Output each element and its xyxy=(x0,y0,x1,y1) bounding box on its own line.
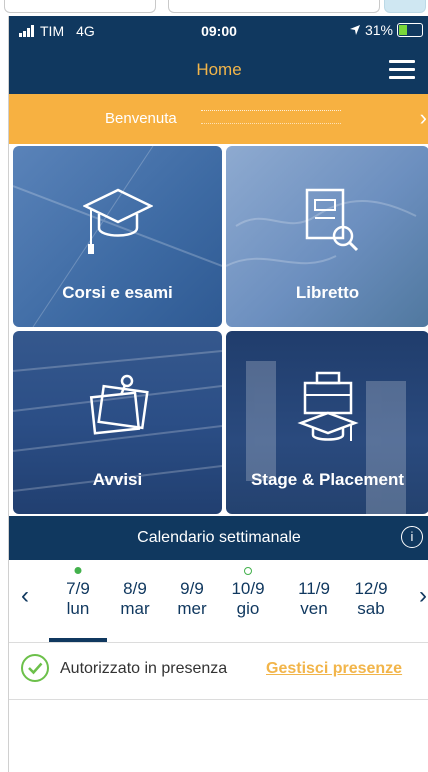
browser-top-strip xyxy=(0,0,428,16)
graduation-cap-icon xyxy=(82,188,153,254)
welcome-banner[interactable]: Benvenuta › xyxy=(9,94,428,144)
info-icon[interactable]: i xyxy=(401,526,423,548)
tile-label: Avvisi xyxy=(92,470,143,489)
day-date: 11/9 xyxy=(298,579,330,598)
page-title: Home xyxy=(196,60,242,79)
redacted-name xyxy=(201,110,341,124)
calendar-day[interactable]: 11/9 ven xyxy=(285,560,343,642)
phone-screen: TIM 4G 09:00 31% Home Benvenuta › Corsi … xyxy=(8,16,428,772)
tile-corsi-e-esami[interactable]: Corsi e esami xyxy=(13,146,222,327)
calendar-day[interactable]: 7/9 lun xyxy=(49,560,107,642)
day-weekday: gio xyxy=(236,599,260,618)
top-strip-segment xyxy=(168,0,380,13)
day-weekday: mer xyxy=(177,599,207,618)
day-weekday: ven xyxy=(300,599,328,618)
tile-label: Libretto xyxy=(295,283,360,302)
calendar-day[interactable]: 8/9 mar xyxy=(106,560,164,642)
tile-libretto[interactable]: Libretto xyxy=(226,146,428,327)
day-date: 10/9 xyxy=(231,579,265,598)
battery-icon xyxy=(397,23,423,37)
top-strip-segment xyxy=(4,0,156,13)
tile-label: Stage & Placement xyxy=(250,470,405,489)
calendar-title: Calendario settimanale xyxy=(137,529,301,546)
day-weekday: mar xyxy=(120,599,150,618)
location-arrow-icon xyxy=(349,25,360,35)
calendar-header: Calendario settimanale i xyxy=(9,516,428,560)
event-dot-outline xyxy=(244,567,252,575)
tile-label: Corsi e esami xyxy=(62,283,173,302)
battery-percent: 31% xyxy=(364,22,393,38)
manage-presence-link[interactable]: Gestisci presenze xyxy=(266,660,402,678)
day-weekday: lun xyxy=(66,599,90,618)
tiles-grid: Corsi e esami Libretto Avvisi Stage & Pl… xyxy=(9,144,428,516)
calendar-days: ‹ 7/9 lun 8/9 mar 9/9 mer 10/9 gio 11/9 … xyxy=(9,560,428,642)
status-bar: TIM 4G 09:00 31% xyxy=(9,16,428,46)
chevron-right-icon: › xyxy=(419,105,427,130)
calendar-day[interactable]: 10/9 gio xyxy=(219,560,277,642)
check-circle-icon xyxy=(21,654,49,682)
day-weekday: sab xyxy=(357,599,385,618)
notebook-search-icon xyxy=(305,188,358,252)
day-date: 9/9 xyxy=(180,579,204,598)
chevron-right-icon[interactable]: › xyxy=(419,582,427,610)
day-date: 12/9 xyxy=(354,579,388,598)
briefcase-graduation-icon xyxy=(296,371,359,441)
day-date: 7/9 xyxy=(66,579,90,598)
tile-stage-placement[interactable]: Stage & Placement xyxy=(226,331,428,514)
event-dot xyxy=(74,567,82,574)
status-right: 31% xyxy=(349,22,423,38)
chevron-left-icon[interactable]: ‹ xyxy=(21,582,29,610)
top-strip-segment xyxy=(384,0,426,13)
calendar-day[interactable]: 12/9 sab xyxy=(342,560,400,642)
tile-avvisi[interactable]: Avvisi xyxy=(13,331,222,514)
calendar-day[interactable]: 9/9 mer xyxy=(163,560,221,642)
day-date: 8/9 xyxy=(123,579,147,598)
presence-row: Autorizzato in presenza Gestisci presenz… xyxy=(9,643,428,699)
notice-board-icon xyxy=(89,374,149,435)
menu-icon[interactable] xyxy=(389,60,415,80)
welcome-text: Benvenuta xyxy=(105,110,177,127)
presence-status: Autorizzato in presenza xyxy=(60,660,228,677)
nav-bar: Home xyxy=(9,46,428,94)
divider xyxy=(9,699,428,700)
